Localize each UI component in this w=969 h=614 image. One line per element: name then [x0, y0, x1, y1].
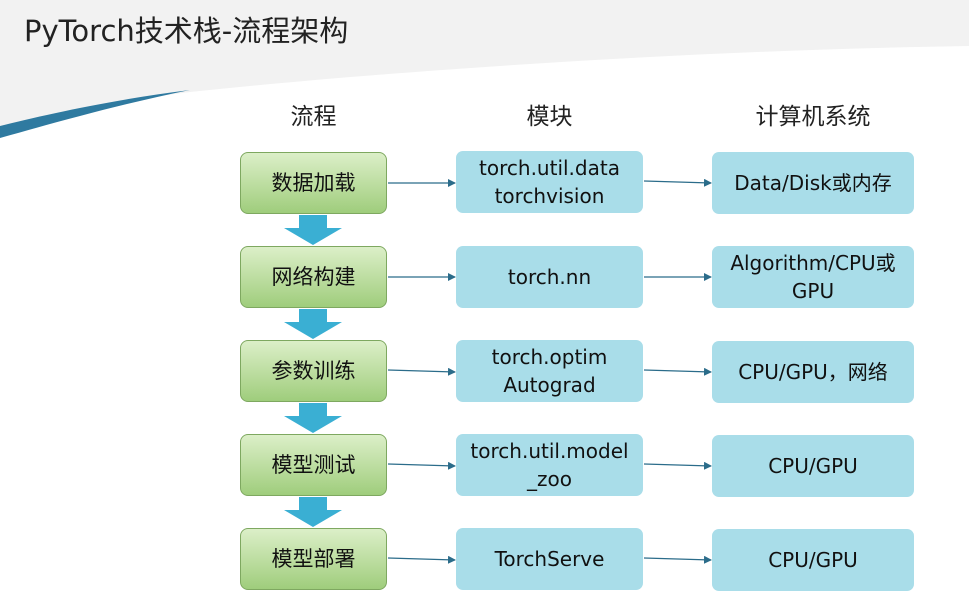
module-box-model-zoo: torch.util.model _zoo [456, 434, 643, 496]
system-label: CPU/GPU [768, 454, 858, 478]
module-label: torch.util.data torchvision [479, 156, 620, 208]
system-column-header: 计算机系统 [755, 104, 871, 130]
system-box-cpu-gpu: CPU/GPU [712, 529, 914, 591]
module-box-nn: torch.nn [456, 246, 643, 308]
module-box-optim: torch.optim Autograd [456, 340, 643, 402]
module-label: torch.optim Autograd [491, 345, 608, 397]
system-label: Algorithm/CPU或 GPU [730, 251, 896, 303]
connector-arrow [387, 555, 456, 564]
connector-arrow [643, 178, 712, 187]
system-label: CPU/GPU [768, 548, 858, 572]
process-box-model-testing: 模型测试 [240, 434, 387, 496]
module-column-header: 模块 [526, 104, 573, 130]
module-label: torch.nn [507, 265, 592, 289]
process-box-data-loading: 数据加载 [240, 152, 387, 214]
flow-arrow [284, 309, 342, 339]
connector-arrow [643, 461, 712, 470]
flow-arrow [284, 497, 342, 527]
process-label: 数据加载 [271, 171, 356, 195]
system-label: Data/Disk或内存 [734, 171, 892, 195]
module-box-data: torch.util.data torchvision [456, 151, 643, 213]
system-box-cpu-gpu: CPU/GPU [712, 435, 914, 497]
system-box-algorithm: Algorithm/CPU或 GPU [712, 246, 914, 308]
process-box-model-deployment: 模型部署 [240, 528, 387, 590]
process-label: 模型部署 [271, 547, 356, 571]
system-box-storage: Data/Disk或内存 [712, 152, 914, 214]
module-box-torchserve: TorchServe [456, 528, 643, 590]
connector-arrow [387, 461, 456, 470]
module-label: torch.util.model _zoo [470, 439, 629, 491]
connector-arrow [643, 367, 712, 376]
connector-arrow [387, 367, 456, 376]
process-box-parameter-training: 参数训练 [240, 340, 387, 402]
process-label: 模型测试 [271, 453, 356, 477]
connector-arrow [643, 555, 712, 564]
system-box-cpu-gpu-network: CPU/GPU，网络 [712, 341, 914, 403]
flow-arrow [284, 215, 342, 245]
process-label: 网络构建 [271, 265, 356, 289]
module-label: TorchServe [494, 547, 605, 571]
system-label: CPU/GPU，网络 [738, 360, 888, 384]
process-label: 参数训练 [271, 359, 356, 383]
process-column-header: 流程 [290, 104, 337, 130]
page-title: PyTorch技术栈-流程架构 [24, 14, 349, 48]
process-box-network-building: 网络构建 [240, 246, 387, 308]
flow-arrow [284, 403, 342, 433]
